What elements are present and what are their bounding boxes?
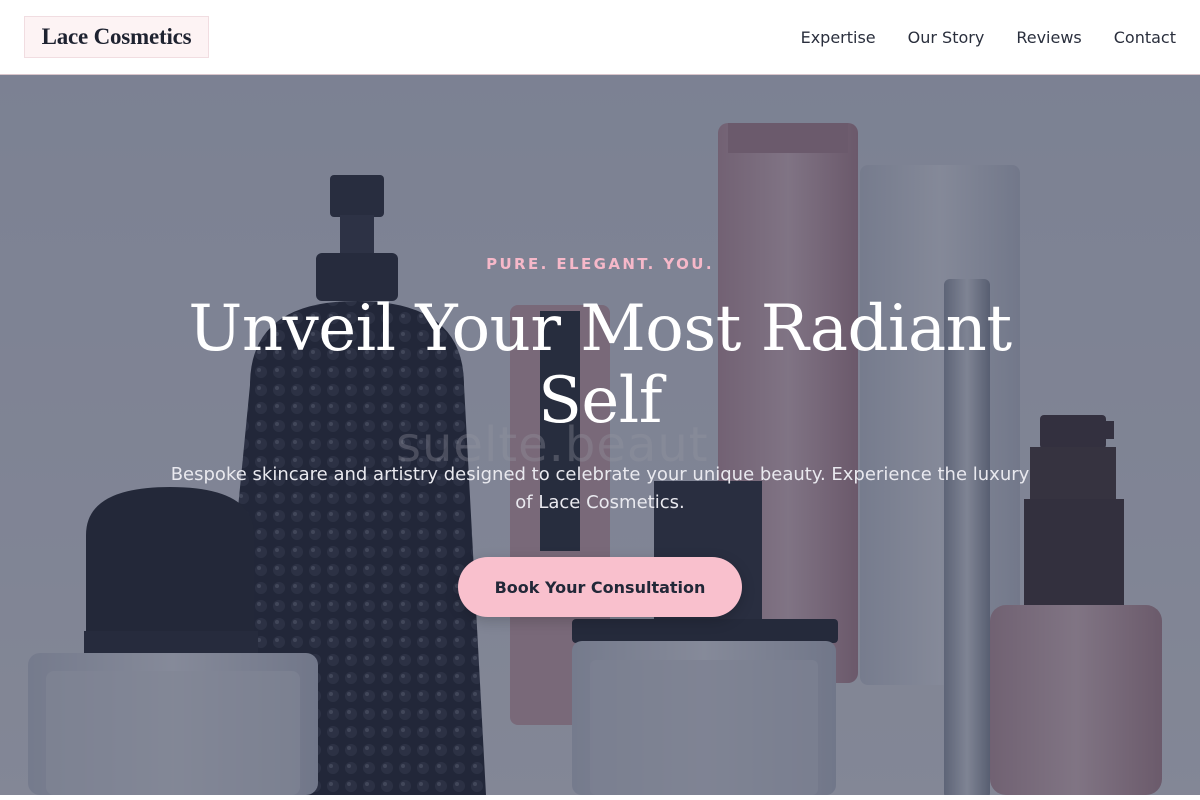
site-header: Lace Cosmetics Expertise Our Story Revie…: [0, 0, 1200, 75]
book-consultation-button[interactable]: Book Your Consultation: [458, 557, 742, 617]
hero-headline: Unveil Your Most Radiant Self: [188, 292, 1012, 438]
nav-link-our-story[interactable]: Our Story: [908, 28, 985, 47]
nav-link-reviews[interactable]: Reviews: [1016, 28, 1081, 47]
hero-subtitle: Bespoke skincare and artistry designed t…: [170, 464, 1030, 513]
hero-content: PURE. ELEGANT. YOU. Unveil Your Most Rad…: [0, 75, 1200, 795]
brand-logo[interactable]: Lace Cosmetics: [24, 16, 209, 58]
nav-link-contact[interactable]: Contact: [1114, 28, 1176, 47]
main-nav: Expertise Our Story Reviews Contact: [801, 0, 1176, 74]
page-bottom-strip: [0, 795, 1200, 800]
hero-section: PURE. ELEGANT. YOU. Unveil Your Most Rad…: [0, 75, 1200, 795]
hero-eyebrow: PURE. ELEGANT. YOU.: [486, 255, 714, 273]
nav-link-expertise[interactable]: Expertise: [801, 28, 876, 47]
